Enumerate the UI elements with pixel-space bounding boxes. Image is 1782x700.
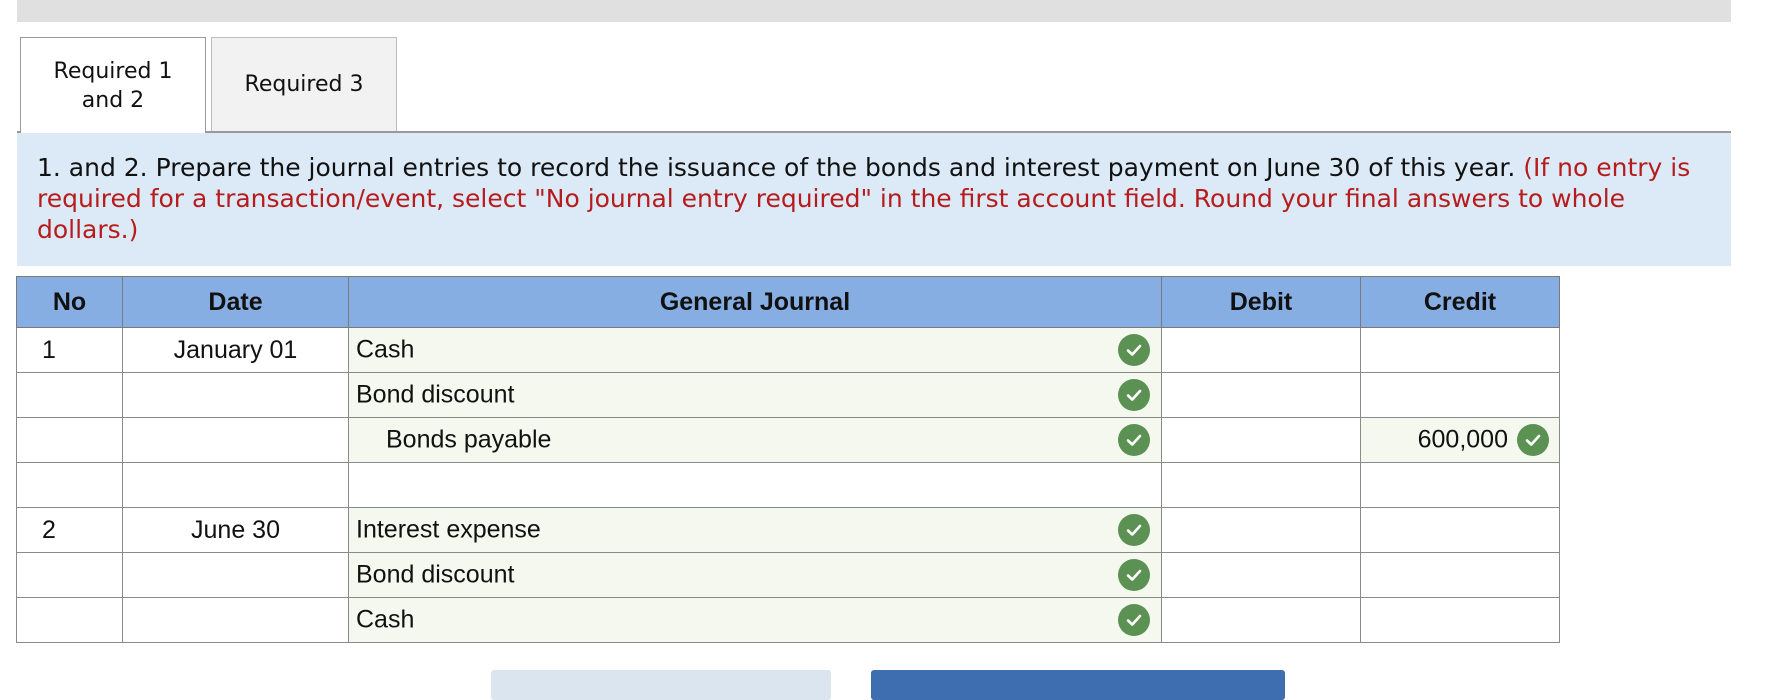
account-name: Bonds payable <box>386 425 552 454</box>
header-credit: Credit <box>1360 276 1560 328</box>
credit-input[interactable] <box>1360 327 1560 373</box>
account-select[interactable]: Bonds payable <box>348 417 1162 463</box>
account-name: Cash <box>356 335 415 364</box>
account-select[interactable]: Cash <box>348 597 1162 643</box>
credit-input[interactable] <box>1360 552 1560 598</box>
date-select[interactable]: June 30 <box>122 507 349 553</box>
table-row <box>16 462 1560 508</box>
date-select[interactable] <box>122 597 349 643</box>
account-name: Bond discount <box>356 380 515 409</box>
check-icon <box>1118 424 1150 456</box>
check-icon <box>1517 424 1549 456</box>
tab-required-1-and-2[interactable]: Required 1 and 2 <box>20 37 206 133</box>
credit-input[interactable] <box>1360 372 1560 418</box>
row-no: 2 <box>16 507 123 553</box>
debit-input[interactable] <box>1161 327 1361 373</box>
table-row: Bond discount <box>16 372 1560 418</box>
date-select[interactable] <box>122 372 349 418</box>
prev-button[interactable] <box>491 670 831 700</box>
table-row: Bonds payable 600,000 <box>16 417 1560 463</box>
credit-value: 600,000 <box>1417 425 1508 454</box>
tab-label: Required 3 <box>244 72 364 97</box>
row-no <box>16 462 123 508</box>
instructions-main: 1. and 2. Prepare the journal entries to… <box>37 153 1516 182</box>
account-select[interactable] <box>348 462 1162 508</box>
tab-label-line2: and 2 <box>81 87 145 113</box>
instructions-panel: 1. and 2. Prepare the journal entries to… <box>17 133 1731 266</box>
date-select[interactable] <box>122 552 349 598</box>
tab-required-3[interactable]: Required 3 <box>211 37 397 131</box>
account-select[interactable]: Bond discount <box>348 372 1162 418</box>
debit-input[interactable] <box>1161 597 1361 643</box>
credit-input[interactable]: 600,000 <box>1360 417 1560 463</box>
account-select[interactable]: Bond discount <box>348 552 1162 598</box>
top-bar <box>17 0 1731 22</box>
check-icon <box>1118 559 1150 591</box>
table-row: Cash <box>16 597 1560 643</box>
row-no <box>16 597 123 643</box>
header-general-journal: General Journal <box>348 276 1162 328</box>
header-debit: Debit <box>1161 276 1361 328</box>
date-select[interactable] <box>122 417 349 463</box>
debit-input[interactable] <box>1161 462 1361 508</box>
table-row: 2 June 30 Interest expense <box>16 507 1560 553</box>
debit-input[interactable] <box>1161 507 1361 553</box>
account-select[interactable]: Interest expense <box>348 507 1162 553</box>
tab-label-line1: Required 1 <box>53 58 173 84</box>
row-no <box>16 552 123 598</box>
account-name: Interest expense <box>356 515 541 544</box>
row-no <box>16 372 123 418</box>
next-button[interactable] <box>871 670 1285 700</box>
table-row: 1 January 01 Cash <box>16 327 1560 373</box>
date-select[interactable]: January 01 <box>122 327 349 373</box>
header-date: Date <box>122 276 349 328</box>
credit-input[interactable] <box>1360 507 1560 553</box>
debit-input[interactable] <box>1161 552 1361 598</box>
credit-input[interactable] <box>1360 597 1560 643</box>
check-icon <box>1118 379 1150 411</box>
check-icon <box>1118 334 1150 366</box>
check-icon <box>1118 604 1150 636</box>
journal-table: No Date General Journal Debit Credit 1 J… <box>16 276 1560 643</box>
table-row: Bond discount <box>16 552 1560 598</box>
date-select[interactable] <box>122 462 349 508</box>
table-header-row: No Date General Journal Debit Credit <box>16 276 1560 328</box>
account-name: Cash <box>356 605 415 634</box>
account-select[interactable]: Cash <box>348 327 1162 373</box>
debit-input[interactable] <box>1161 417 1361 463</box>
account-name: Bond discount <box>356 560 515 589</box>
check-icon <box>1118 514 1150 546</box>
header-no: No <box>16 276 123 328</box>
row-no: 1 <box>16 327 123 373</box>
credit-input[interactable] <box>1360 462 1560 508</box>
row-no <box>16 417 123 463</box>
debit-input[interactable] <box>1161 372 1361 418</box>
